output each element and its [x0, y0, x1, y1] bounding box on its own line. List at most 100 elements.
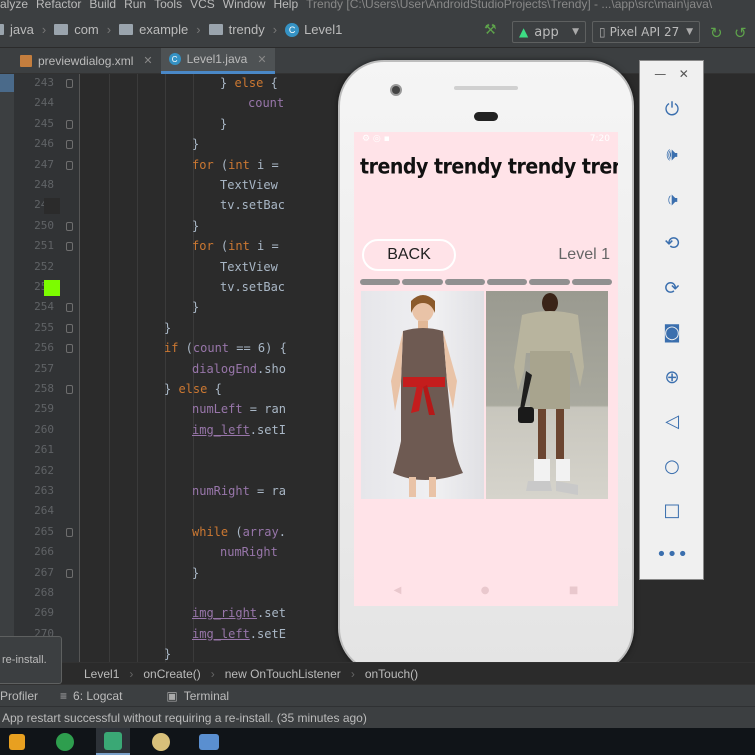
- menu-vcs[interactable]: VCS: [190, 0, 215, 10]
- zoom-icon[interactable]: ⊕: [660, 365, 684, 389]
- color-swatch[interactable]: [44, 280, 60, 296]
- terminal-icon: ▣: [166, 688, 178, 703]
- line-number: 246: [34, 137, 54, 151]
- breadcrumb-trendy[interactable]: trendy ›: [208, 22, 278, 37]
- fold-marker-icon[interactable]: [66, 242, 73, 252]
- line-number: 254: [34, 300, 54, 314]
- fold-marker-icon[interactable]: [66, 385, 73, 394]
- fold-marker-icon[interactable]: [66, 568, 73, 578]
- left-outfit-image: [391, 295, 463, 497]
- chevron-right-icon: ›: [129, 666, 134, 681]
- line-number: 268: [34, 586, 54, 599]
- apply-changes-icon[interactable]: ↻: [710, 24, 723, 42]
- hammer-icon[interactable]: ⚒: [484, 22, 498, 38]
- back-button[interactable]: BACK: [362, 239, 456, 271]
- progress-segment: [360, 279, 401, 285]
- tab-previewdialog[interactable]: previewdialog.xml ✕: [12, 48, 161, 74]
- menu-refactor[interactable]: Refactor: [36, 0, 81, 10]
- breadcrumb-example[interactable]: example ›: [119, 22, 201, 37]
- volume-up-icon[interactable]: 🕪: [660, 142, 684, 166]
- nav-overview-icon[interactable]: ■: [569, 585, 578, 596]
- back-icon[interactable]: ◁: [660, 409, 684, 433]
- run-config-dropdown[interactable]: ▲ app ▼: [512, 21, 586, 43]
- apply-code-changes-icon[interactable]: ↺: [734, 24, 747, 42]
- code-line: } else {: [164, 382, 222, 396]
- breadcrumb-level1[interactable]: C Level1: [285, 22, 342, 37]
- line-number: 255: [34, 320, 54, 334]
- volume-down-icon[interactable]: 🕩: [660, 187, 684, 211]
- fold-marker-icon[interactable]: [66, 323, 73, 333]
- phone-icon: ▯: [599, 25, 606, 39]
- fold-marker-icon[interactable]: [66, 140, 73, 150]
- fold-marker-icon[interactable]: [66, 527, 73, 537]
- left-outfit-photo[interactable]: [361, 291, 484, 499]
- line-number: 256: [34, 341, 54, 355]
- breadcrumb-com[interactable]: com ›: [54, 22, 111, 37]
- close-icon[interactable]: ✕: [679, 67, 689, 81]
- menu-window[interactable]: Window: [223, 0, 266, 10]
- fold-marker-icon[interactable]: [66, 160, 73, 170]
- home-icon[interactable]: ○: [660, 454, 684, 478]
- chevron-right-icon: ›: [272, 22, 278, 37]
- close-icon[interactable]: ✕: [143, 54, 152, 67]
- tool-logcat[interactable]: ≡ 6: Logcat: [60, 689, 144, 703]
- notification-toast[interactable]: re-install.: [0, 636, 62, 684]
- right-outfit-photo[interactable]: [486, 291, 608, 499]
- crumb-ontouch[interactable]: onTouch(): [365, 667, 418, 681]
- code-line: img_left.setI: [192, 422, 286, 437]
- phone-screen[interactable]: ⚙ ◎ ▪ 7:20 trendy trendy trendy trendy B…: [354, 132, 618, 606]
- phone-status-bar: ⚙ ◎ ▪ 7:20: [354, 132, 618, 146]
- crumb-listener[interactable]: new OnTouchListener: [225, 667, 341, 681]
- menu-build[interactable]: Build: [89, 0, 116, 10]
- method-breadcrumb: Level1 › onCreate() › new OnTouchListener ›…: [62, 662, 755, 684]
- tool-terminal[interactable]: ▣ Terminal: [166, 689, 251, 703]
- device-dropdown[interactable]: ▯ Pixel API 27 ▼: [592, 21, 700, 43]
- camera-icon[interactable]: ◙: [660, 320, 684, 344]
- code-line: numLeft = ran: [192, 402, 286, 417]
- code-line: }: [192, 565, 200, 580]
- rotate-left-icon[interactable]: ⟲: [660, 231, 684, 255]
- power-icon[interactable]: ⏻: [660, 97, 684, 121]
- color-swatch[interactable]: [44, 198, 60, 215]
- chevron-right-icon: ›: [106, 22, 112, 37]
- minimize-icon[interactable]: —: [654, 67, 666, 81]
- right-outfit-image: [514, 293, 584, 495]
- rotate-right-icon[interactable]: ⟳: [660, 276, 684, 300]
- chevron-right-icon: ›: [41, 22, 47, 37]
- fold-marker-icon[interactable]: [66, 344, 73, 354]
- crumb-method[interactable]: onCreate(): [143, 667, 200, 681]
- menu-run[interactable]: Run: [124, 0, 146, 10]
- earpiece: [474, 112, 498, 121]
- fold-marker-icon[interactable]: [66, 119, 73, 129]
- crumb-class[interactable]: Level1: [84, 667, 119, 681]
- breadcrumb-label: trendy: [228, 22, 265, 37]
- nav-back-icon[interactable]: ◀: [394, 585, 402, 596]
- taskbar-app-media[interactable]: [0, 728, 34, 755]
- android-studio-icon: [104, 731, 122, 750]
- line-number: 264: [34, 504, 54, 518]
- menu-help[interactable]: Help: [273, 0, 298, 10]
- fold-marker-icon[interactable]: [66, 303, 73, 313]
- taskbar-app-maps[interactable]: [48, 728, 82, 755]
- breadcrumb-label: example: [139, 22, 189, 37]
- close-icon[interactable]: ✕: [257, 53, 266, 66]
- caret-down-icon: ▼: [686, 27, 693, 37]
- line-number: 247: [34, 157, 54, 171]
- menu-analyze[interactable]: alyze: [0, 0, 28, 10]
- taskbar-app-android-studio[interactable]: [96, 728, 130, 755]
- tab-level1[interactable]: C Level1.java ✕: [160, 47, 275, 74]
- os-taskbar: [0, 728, 755, 755]
- tool-profiler[interactable]: Profiler: [0, 689, 38, 703]
- run-config-label: app: [534, 24, 559, 40]
- overview-icon[interactable]: □: [660, 498, 684, 522]
- status-message[interactable]: App restart successful without requiring…: [2, 711, 367, 725]
- taskbar-app-paint[interactable]: [144, 728, 178, 755]
- taskbar-app-photos[interactable]: [192, 728, 226, 755]
- breadcrumb-java[interactable]: java ›: [0, 22, 46, 37]
- nav-home-icon[interactable]: ●: [481, 585, 490, 596]
- fold-marker-icon[interactable]: [66, 221, 73, 231]
- more-icon[interactable]: •••: [656, 542, 688, 566]
- menu-tools[interactable]: Tools: [154, 0, 182, 10]
- code-line: } else {: [220, 76, 278, 90]
- fold-marker-icon[interactable]: [66, 79, 73, 88]
